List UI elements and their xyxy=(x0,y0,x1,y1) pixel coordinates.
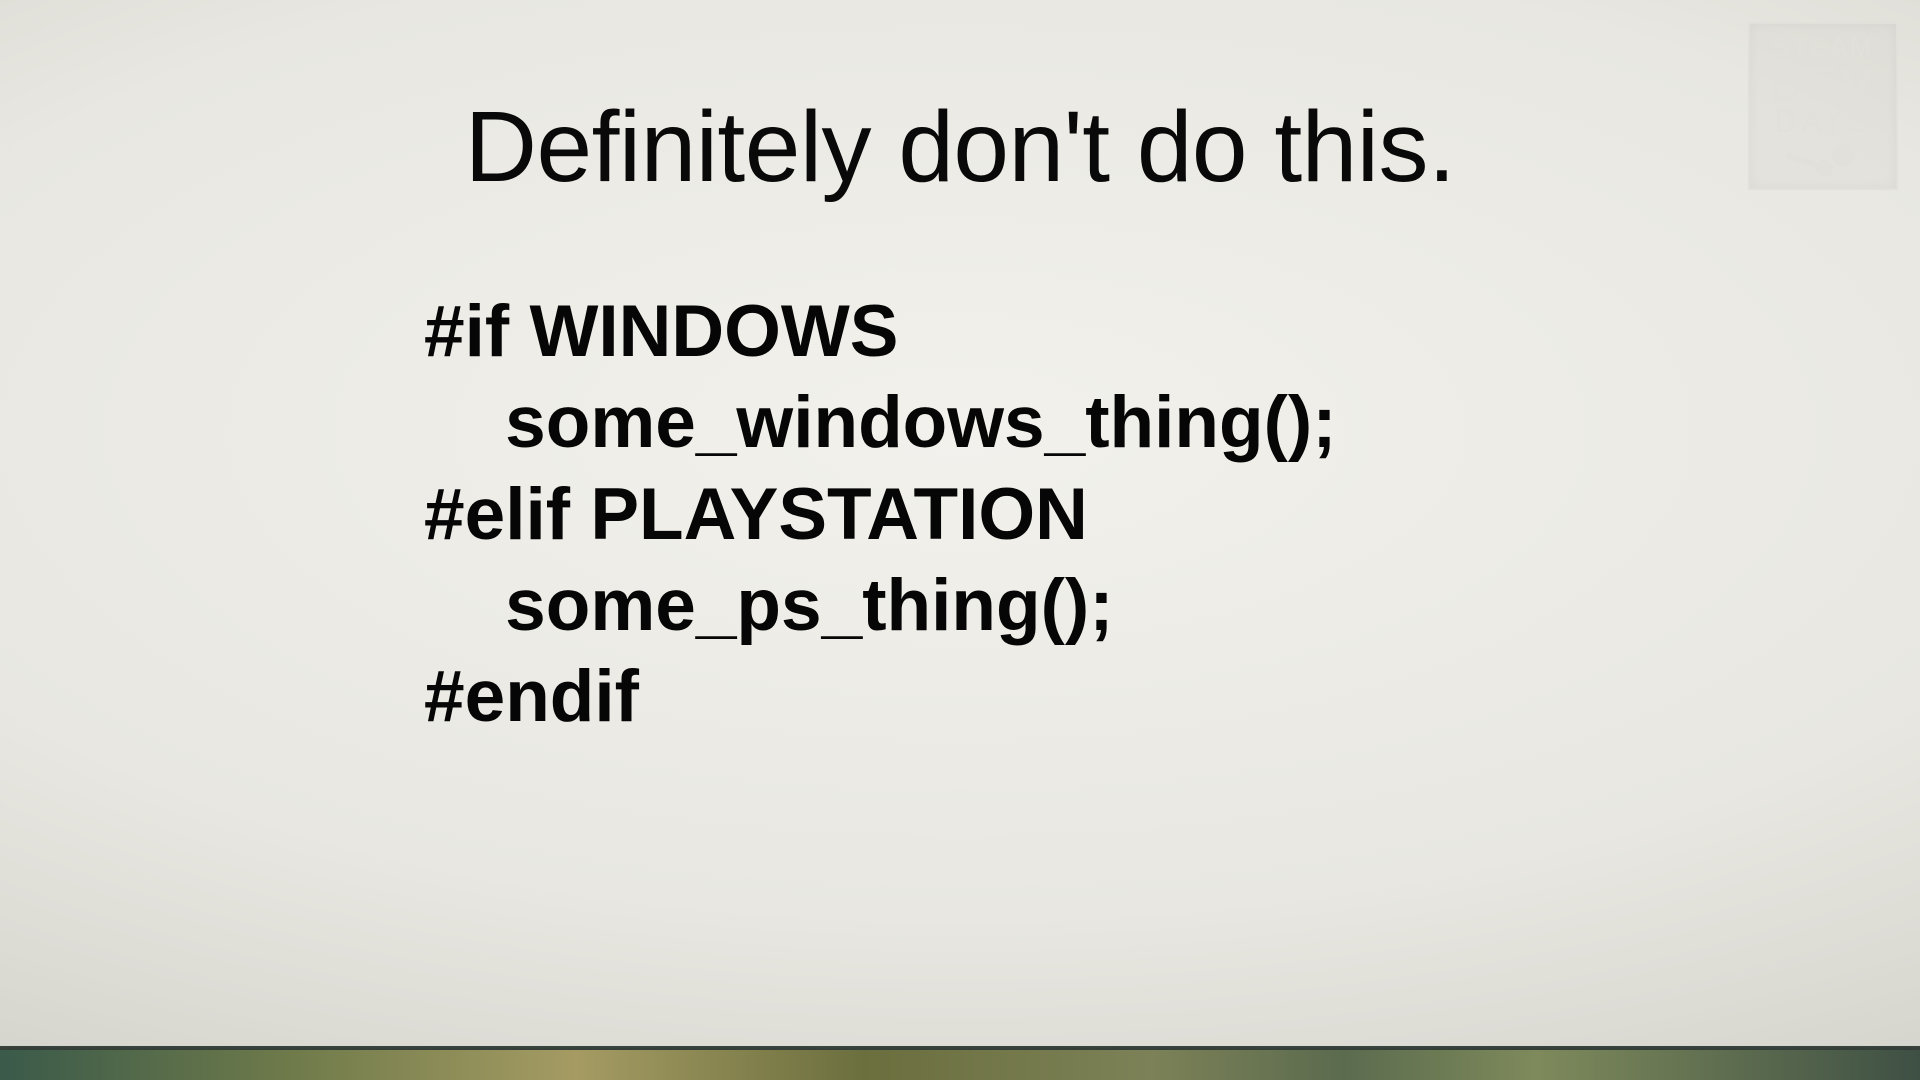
code-example: #if WINDOWS some_windows_thing(); #elif … xyxy=(424,286,1337,742)
presentation-slide: STEAM DEV DAYS Definitely don't do this.… xyxy=(0,0,1920,1080)
footer-bar xyxy=(0,1050,1920,1080)
slide-title: Definitely don't do this. xyxy=(0,90,1920,205)
